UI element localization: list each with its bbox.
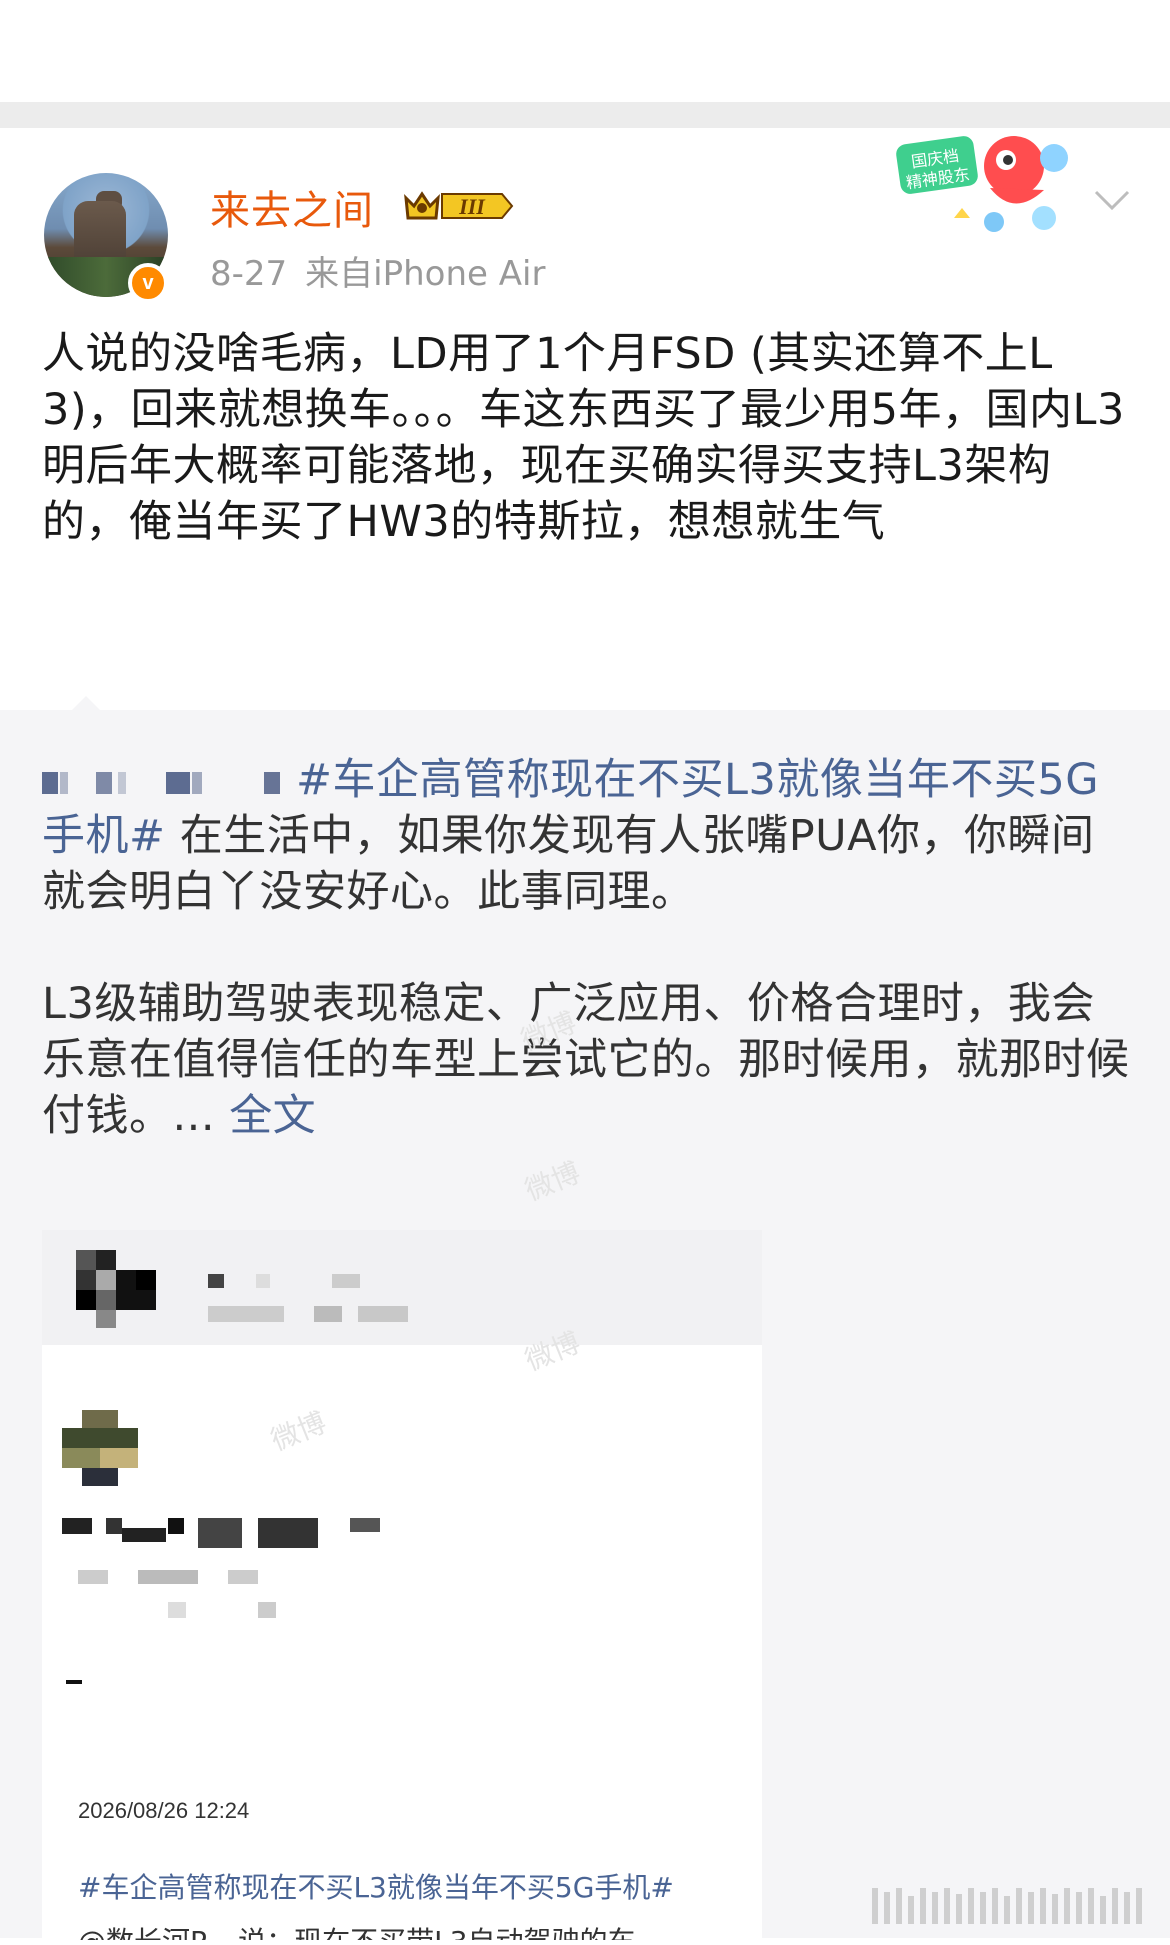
- repost-body-2: L3级辅助驾驶表现稳定、广泛应用、价格合理时，我会乐意在值得信任的车型上尝试它的…: [42, 979, 1130, 1141]
- feed-divider: [0, 102, 1170, 128]
- pixelated-text-2: [62, 1518, 422, 1548]
- pixelated-text-3: [78, 1570, 318, 1622]
- post-text: 人说的没啥毛病，LD用了1个月FSD (其实还算不上L3)，回来就想换车。。。车…: [42, 329, 1125, 547]
- pixelated-avatar-1: [76, 1250, 156, 1328]
- ios-home-indicator-icon: [872, 1888, 1142, 1924]
- screenshot-cut-line: @数长河P... 说：现在不买带L3自动驾驶的车: [78, 1920, 636, 1940]
- verified-badge-icon: v: [128, 263, 168, 303]
- screenshot-timestamp: 2026/08/26 12:24: [78, 1798, 250, 1823]
- weibo-post: v 来去之间 III 8-27 来自iPhone Air 国庆档 精神股东 人说的…: [0, 128, 1170, 710]
- repost-author-pixelated[interactable]: [42, 771, 282, 794]
- post-date: 8-27: [210, 254, 288, 294]
- repost-notch: [70, 696, 102, 712]
- repost-body-1: 在生活中，如果你发现有人张嘴PUA你，你瞬间就会明白丫没安好心。此事同理。: [42, 811, 1095, 917]
- post-meta: 8-27 来自iPhone Air: [210, 246, 545, 295]
- top-blank-area: [0, 0, 1170, 102]
- vip-level-text: III: [458, 194, 486, 219]
- post-source[interactable]: 来自iPhone Air: [305, 254, 545, 294]
- pixelated-text-1: [208, 1274, 408, 1330]
- vip-level-badge-icon[interactable]: III: [402, 186, 516, 226]
- repost-text: #车企高管称现在不买L3就像当年不买5G手机# 在生活中，如果你发现有人张嘴PU…: [42, 752, 1132, 1144]
- pixelated-avatar-2: [62, 1410, 138, 1486]
- dash-mark: [66, 1680, 82, 1684]
- chevron-down-icon[interactable]: [1090, 180, 1134, 220]
- repost-card[interactable]: #车企高管称现在不买L3就像当年不买5G手机# 在生活中，如果你发现有人张嘴PU…: [0, 696, 1170, 1945]
- embedded-screenshot[interactable]: [42, 1230, 762, 1945]
- screenshot-topic-link[interactable]: #车企高管称现在不买L3就像当年不买5G手机#: [78, 1866, 674, 1906]
- watermark-2: 微博: [520, 1155, 585, 1208]
- full-text-link[interactable]: 全文: [229, 1091, 316, 1141]
- event-sticker-icon[interactable]: 国庆档 精神股东: [894, 128, 1080, 246]
- screenshot-body: [42, 1345, 762, 1945]
- author-name[interactable]: 来去之间: [210, 178, 374, 236]
